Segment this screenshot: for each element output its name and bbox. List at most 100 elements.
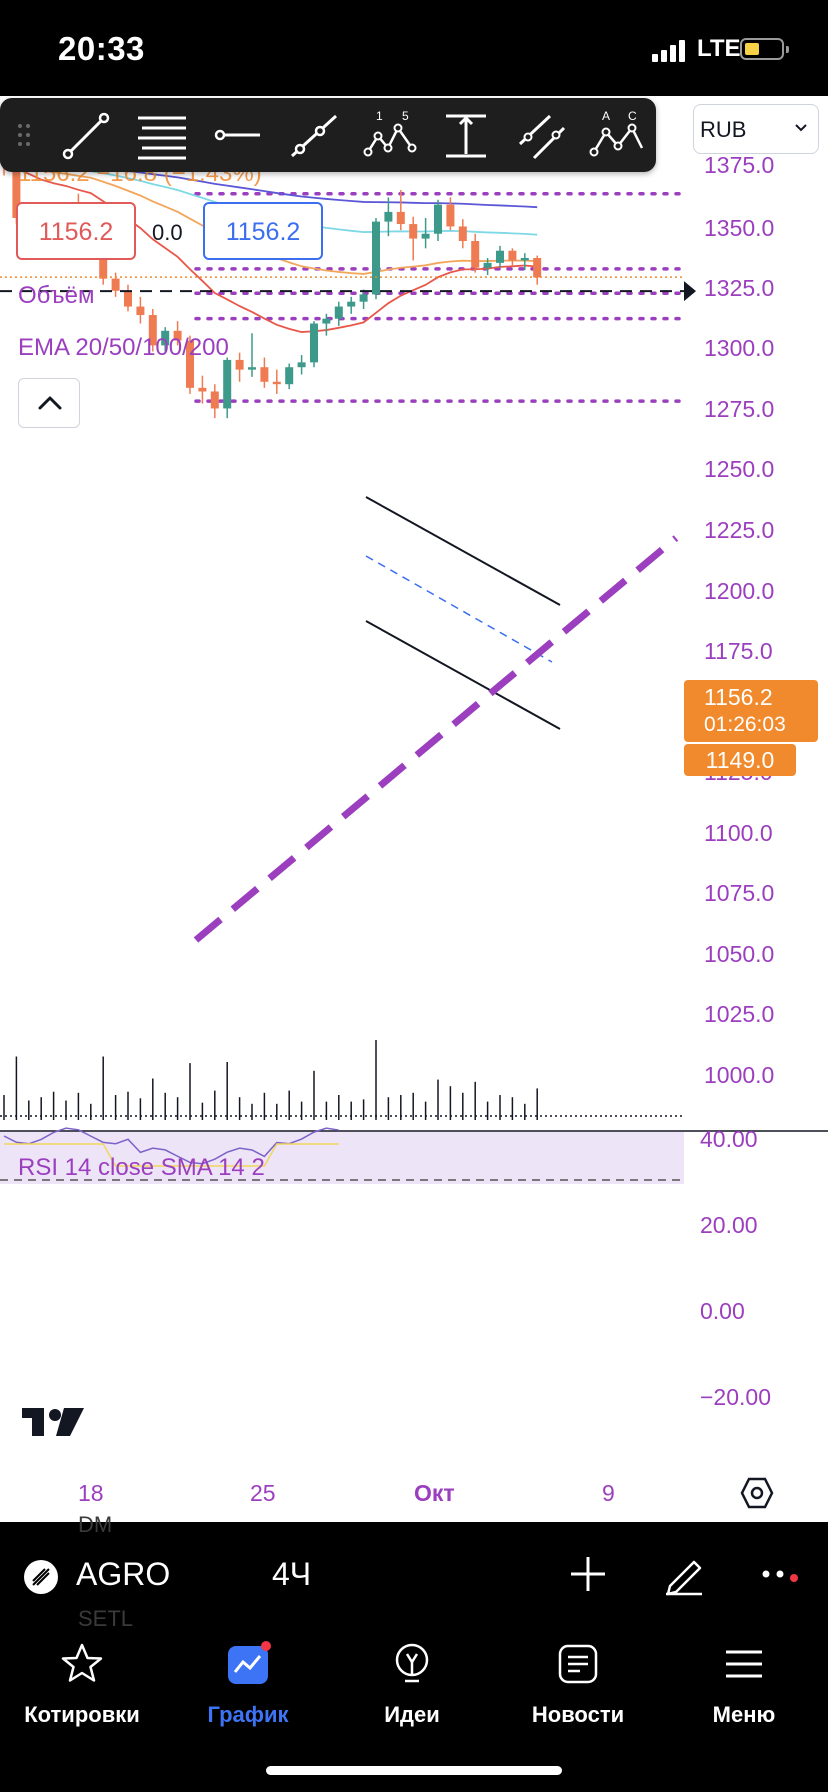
candle-body — [520, 258, 529, 261]
candle-body — [508, 250, 517, 261]
candle-body — [384, 211, 393, 222]
home-indicator — [266, 1766, 562, 1775]
price-axis-label: 1100.0 — [704, 820, 773, 846]
elliott-wave-icon[interactable]: 1 5 — [360, 106, 420, 164]
tab-label: Идеи — [384, 1702, 440, 1727]
ascending-trend-line — [193, 535, 679, 943]
candle-body — [260, 367, 269, 382]
abcd-pattern-icon[interactable]: A C — [586, 106, 646, 164]
price-marker-arrow — [684, 281, 696, 302]
candle-body — [471, 241, 480, 268]
time-axis-label: 9 — [602, 1480, 615, 1506]
trend-channel-mid — [365, 555, 553, 663]
add-icon[interactable] — [568, 1554, 608, 1594]
interval-select[interactable]: 4Ч — [272, 1556, 311, 1593]
candle-body — [136, 306, 145, 316]
rsi-axis-label: −20.00 — [700, 1384, 771, 1410]
candle-body — [297, 362, 306, 368]
rsi-axis-label: 20.00 — [700, 1212, 758, 1238]
buy-price-button[interactable]: 1156.2 — [203, 202, 323, 260]
candle-body — [533, 258, 542, 278]
sell-price-button[interactable]: 1156.2 — [16, 202, 136, 260]
status-bar: 20:33 LTE — [0, 0, 828, 96]
candle-body — [359, 294, 368, 302]
candle-body — [409, 224, 418, 239]
candle-body — [458, 226, 467, 242]
ema-indicator-label[interactable]: EMA 20/50/100/200 — [18, 334, 229, 362]
currency-select[interactable]: RUB — [693, 104, 819, 154]
candle-body — [372, 221, 380, 295]
candle-body — [347, 301, 356, 307]
tab-quotes[interactable]: Котировки — [2, 1640, 162, 1740]
price-axis-label: 1075.0 — [704, 880, 775, 906]
candle-body — [210, 391, 219, 409]
price-axis-label: 1250.0 — [704, 456, 775, 482]
candle-body — [434, 204, 442, 234]
candle-body — [223, 359, 232, 409]
candle-body — [124, 290, 132, 307]
spread-value: 0.0 — [152, 220, 183, 245]
candle-body — [310, 323, 318, 363]
time-axis-label: 25 — [250, 1480, 276, 1506]
volume-indicator-label[interactable]: Объём — [18, 282, 94, 310]
time-axis-label: 18 — [78, 1480, 104, 1506]
candle-body — [285, 367, 294, 385]
fib-retracement-icon[interactable] — [132, 106, 192, 164]
tab-chart[interactable]: График — [168, 1640, 328, 1740]
time-axis-label: Окт — [414, 1480, 455, 1506]
price-axis-label: 1350.0 — [704, 215, 775, 241]
last-price-tag: 1156.2 01:26:03 — [684, 680, 818, 742]
parallel-channel-icon[interactable] — [512, 106, 572, 164]
rsi-indicator-label[interactable]: RSI 14 close SMA 14 2 — [18, 1154, 265, 1182]
tab-label: Новости — [531, 1702, 625, 1727]
currency-value: RUB — [700, 117, 747, 142]
price-axis-label: 1300.0 — [704, 335, 775, 361]
price-axis-label: 1050.0 — [704, 941, 775, 967]
trend-channel-top — [365, 496, 561, 606]
drawing-pen-icon[interactable] — [662, 1552, 706, 1596]
tab-ideas[interactable]: Идеи — [332, 1640, 492, 1740]
candle-body — [421, 233, 430, 239]
candle-body — [396, 211, 405, 225]
battery-icon — [740, 38, 789, 60]
cellular-signal-icon — [652, 40, 685, 62]
price-axis-label: 1375.0 — [704, 152, 775, 178]
ray-icon[interactable] — [284, 106, 344, 164]
chart-settings-icon[interactable] — [740, 1476, 774, 1510]
pattern-label: A — [602, 109, 610, 123]
collapse-legend-button[interactable] — [18, 378, 80, 428]
tab-news[interactable]: Новости — [498, 1640, 658, 1740]
level-price-tag: 1149.0 — [684, 744, 796, 776]
price-axis-label: 1025.0 — [704, 1001, 775, 1027]
tradingview-logo — [22, 1408, 84, 1436]
drawing-toolbar: 1 5 A C — [0, 98, 656, 172]
rsi-axis-label: 0.00 — [700, 1298, 745, 1324]
network-type: LTE — [697, 35, 741, 62]
symbol-name[interactable]: AGRO — [76, 1556, 170, 1593]
candle-body — [248, 367, 256, 370]
drag-handle-icon[interactable] — [6, 106, 42, 164]
tab-label: График — [207, 1702, 289, 1727]
last-price-value: 1156.2 — [704, 684, 773, 710]
candle-body — [322, 318, 331, 324]
tab-label: Котировки — [24, 1702, 140, 1727]
more-options-icon[interactable] — [760, 1566, 804, 1586]
candle-body — [272, 381, 281, 385]
tab-menu[interactable]: Меню — [664, 1640, 824, 1740]
price-range-icon[interactable] — [436, 106, 496, 164]
price-axis-label: 1275.0 — [704, 396, 775, 422]
trend-line-icon[interactable] — [56, 106, 116, 164]
menu-icon — [726, 1650, 762, 1678]
ghost-symbol: DM — [78, 1512, 113, 1537]
star-icon — [61, 1643, 103, 1682]
chart-icon — [228, 1641, 271, 1684]
wave-label: 1 — [376, 109, 383, 123]
horizontal-line-icon[interactable] — [208, 106, 268, 164]
symbol-logo-icon[interactable] — [24, 1560, 58, 1594]
price-axis-label: 1000.0 — [704, 1062, 775, 1088]
price-axis-label: 1175.0 — [704, 638, 773, 664]
news-icon — [558, 1644, 598, 1684]
price-axis-label: 1325.0 — [704, 275, 775, 301]
candle-body — [334, 306, 343, 319]
pattern-label: C — [628, 109, 637, 123]
